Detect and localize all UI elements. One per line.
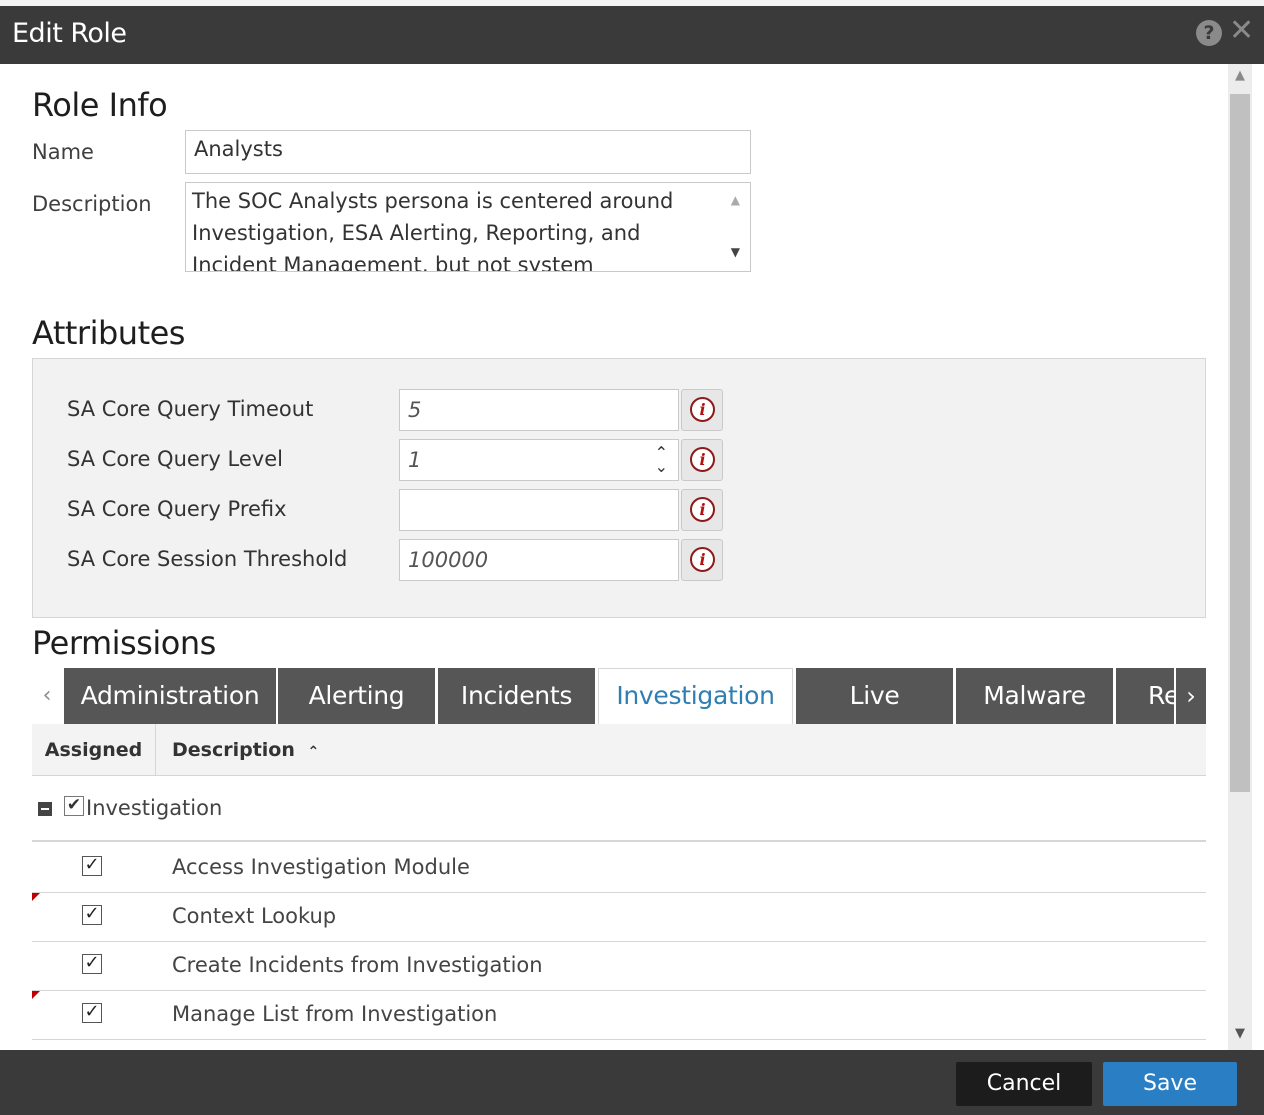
assigned-checkbox[interactable]: ✓	[82, 905, 102, 925]
permission-label: Create Incidents from Investigation	[172, 953, 543, 977]
close-icon[interactable]: ✕	[1229, 16, 1254, 46]
info-icon: i	[690, 397, 715, 422]
description-textarea[interactable]: The SOC Analysts persona is centered aro…	[185, 182, 751, 272]
tab-reports-partial[interactable]: Re	[1116, 668, 1174, 724]
attr-label-query-timeout: SA Core Query Timeout	[67, 397, 314, 421]
tab-alerting[interactable]: Alerting	[278, 668, 435, 724]
attr-label-query-level: SA Core Query Level	[67, 447, 283, 471]
scroll-up-icon[interactable]: ▲	[1228, 68, 1252, 83]
tab-scroll-right-icon[interactable]: ›	[1176, 668, 1206, 724]
permission-label: Access Investigation Module	[172, 855, 470, 879]
query-prefix-info-button[interactable]: i	[681, 489, 723, 531]
spinner-icon[interactable]: ⌃ ⌄	[655, 445, 668, 475]
query-level-info-button[interactable]: i	[681, 439, 723, 481]
edit-role-dialog: Edit Role ? ✕ Role Info Name Analysts De…	[0, 0, 1264, 1115]
sort-ascending-icon: ⌃	[307, 744, 320, 760]
textarea-scroll-up-icon[interactable]: ▲	[731, 193, 740, 207]
name-input[interactable]: Analysts	[185, 130, 751, 174]
content-scrollbar[interactable]: ▲ ▼	[1228, 64, 1252, 1050]
tab-administration[interactable]: Administration	[64, 668, 276, 724]
description-text: The SOC Analysts persona is centered aro…	[192, 189, 674, 272]
info-icon: i	[690, 547, 715, 572]
tab-incidents[interactable]: Incidents	[438, 668, 595, 724]
scroll-down-icon[interactable]: ▼	[1228, 1026, 1252, 1041]
modified-marker-icon	[32, 893, 40, 901]
assigned-checkbox[interactable]: ✓	[82, 954, 102, 974]
column-header-description-label: Description	[172, 739, 295, 761]
tab-malware[interactable]: Malware	[956, 668, 1113, 724]
table-row: ✓ Context Lookup	[32, 893, 1206, 942]
assigned-checkbox[interactable]: ✓	[82, 1003, 102, 1023]
group-checkbox[interactable]: ✔	[64, 796, 84, 816]
tab-scroll-left-icon[interactable]: ‹	[32, 668, 62, 724]
attr-label-session-threshold: SA Core Session Threshold	[67, 547, 348, 571]
tab-live[interactable]: Live	[796, 668, 953, 724]
role-info-heading: Role Info	[32, 86, 168, 124]
attributes-heading: Attributes	[32, 314, 185, 352]
query-timeout-info-button[interactable]: i	[681, 389, 723, 431]
permissions-tabs: ‹ Administration Alerting Incidents Inve…	[32, 668, 1206, 724]
table-row: ✓ Access Investigation Module	[32, 844, 1206, 893]
query-timeout-input[interactable]: 5	[399, 389, 679, 431]
modified-marker-icon	[32, 991, 40, 999]
permission-label: Context Lookup	[172, 904, 337, 928]
group-label: Investigation	[86, 796, 223, 820]
textarea-scroll-down-icon[interactable]: ▼	[731, 245, 740, 259]
description-label: Description	[32, 192, 152, 216]
dialog-titlebar: Edit Role ? ✕	[0, 0, 1264, 64]
table-row: ✓ Manage List from Investigation	[32, 991, 1206, 1040]
session-threshold-input[interactable]: 100000	[399, 539, 679, 581]
info-icon: i	[690, 447, 715, 472]
dialog-footer: Cancel Save	[0, 1050, 1264, 1115]
table-row: ✓ Create Incidents from Investigation	[32, 942, 1206, 991]
permission-label: Manage List from Investigation	[172, 1002, 498, 1026]
permissions-heading: Permissions	[32, 624, 216, 662]
session-threshold-info-button[interactable]: i	[681, 539, 723, 581]
column-header-description[interactable]: Description ⌃	[172, 724, 319, 776]
assigned-checkbox[interactable]: ✓	[82, 856, 102, 876]
help-icon[interactable]: ?	[1196, 20, 1222, 46]
tab-investigation[interactable]: Investigation	[598, 668, 793, 724]
column-header-assigned[interactable]: Assigned	[32, 724, 156, 776]
attributes-panel: SA Core Query Timeout 5 i SA Core Query …	[32, 358, 1206, 618]
cancel-button[interactable]: Cancel	[956, 1062, 1092, 1106]
attr-label-query-prefix: SA Core Query Prefix	[67, 497, 287, 521]
info-icon: i	[690, 497, 715, 522]
query-level-value: 1	[408, 448, 422, 472]
query-level-stepper[interactable]: 1 ⌃ ⌄	[399, 439, 679, 481]
name-label: Name	[32, 140, 94, 164]
permissions-grid-header: Assigned Description ⌃	[32, 724, 1206, 776]
scrollbar-thumb[interactable]	[1230, 94, 1250, 792]
save-button[interactable]: Save	[1103, 1062, 1237, 1106]
dialog-content: Role Info Name Analysts Description The …	[12, 64, 1228, 1050]
collapse-icon[interactable]	[38, 802, 52, 816]
dialog-title: Edit Role	[12, 18, 127, 49]
permission-group-row: ✔ Investigation	[32, 776, 1206, 842]
query-prefix-input[interactable]	[399, 489, 679, 531]
